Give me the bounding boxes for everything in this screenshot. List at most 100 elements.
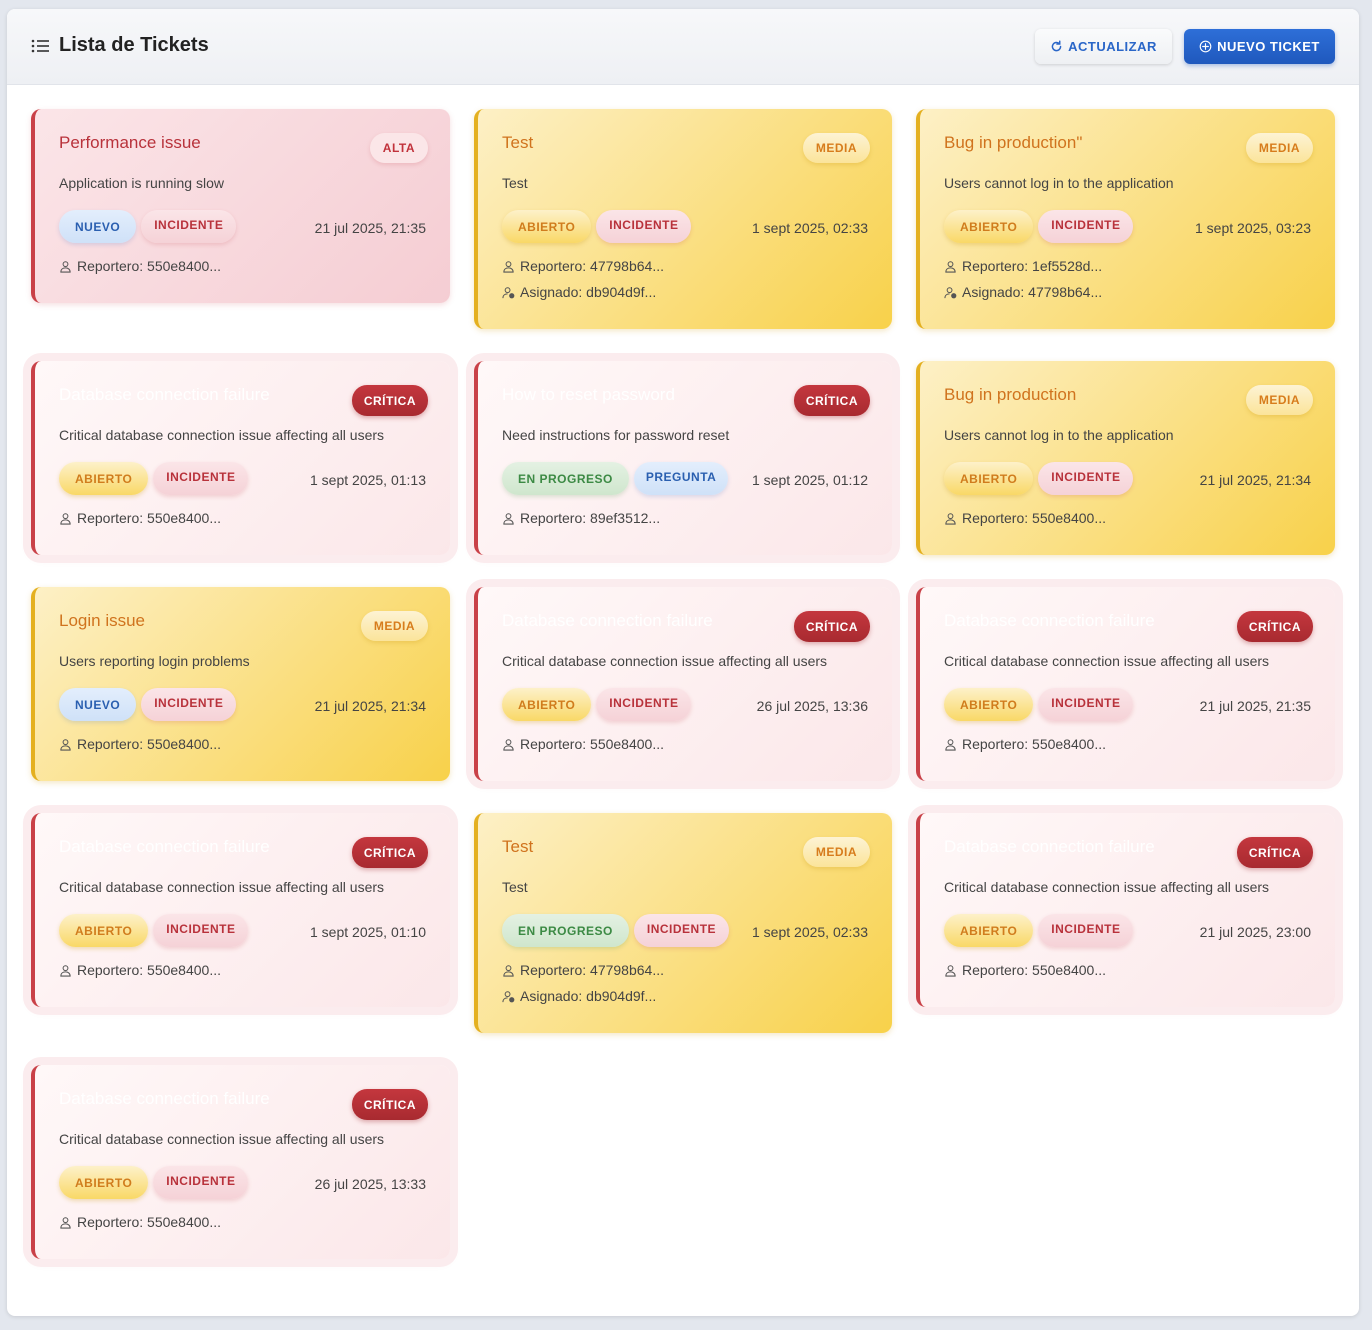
ticket-card[interactable]: Database connection failure CRÍTICA Crit…: [31, 1065, 450, 1259]
assignee-row: Asignado: db904d9f...: [502, 988, 656, 1004]
priority-badge: MEDIA: [360, 611, 428, 641]
status-badge: ABIERTO: [502, 688, 592, 721]
type-badge: INCIDENTE: [596, 210, 692, 243]
reporter-row: Reportero: 550e8400...: [59, 1214, 221, 1230]
ticket-date: 21 jul 2025, 21:35: [314, 220, 426, 236]
ticket-card[interactable]: Database connection failure CRÍTICA Crit…: [916, 587, 1335, 781]
priority-badge: MEDIA: [1245, 385, 1313, 415]
refresh-button[interactable]: ACTUALIZAR: [1035, 29, 1172, 64]
ticket-card[interactable]: Login issue MEDIA Users reporting login …: [31, 587, 450, 781]
page-title-group: Lista de Tickets: [31, 34, 209, 57]
reporter-text: Reportero: 550e8400...: [77, 258, 221, 274]
ticket-card[interactable]: Bug in production MEDIA Users cannot log…: [916, 361, 1335, 555]
type-badge: INCIDENTE: [153, 914, 249, 947]
ticket-description: Critical database connection issue affec…: [59, 1131, 385, 1147]
page-header: Lista de Tickets ACTUALIZAR NUEVO TICKET: [7, 9, 1359, 85]
ticket-badges: ABIERTO INCIDENTE: [502, 210, 692, 243]
ticket-date: 21 jul 2025, 21:34: [1199, 472, 1311, 488]
ticket-title: Database connection failure: [59, 837, 270, 856]
type-badge: INCIDENTE: [1038, 210, 1134, 243]
type-badge: INCIDENTE: [153, 462, 249, 495]
reporter-row: Reportero: 89ef3512...: [502, 510, 660, 526]
ticket-badges: ABIERTO INCIDENTE: [502, 688, 692, 721]
ticket-badges: ABIERTO INCIDENTE: [944, 462, 1134, 495]
user-icon: [60, 512, 71, 525]
reporter-row: Reportero: 550e8400...: [59, 258, 221, 274]
type-badge: PREGUNTA: [633, 462, 729, 495]
ticket-card[interactable]: Database connection failure CRÍTICA Crit…: [31, 361, 450, 555]
priority-badge: MEDIA: [1245, 133, 1313, 163]
priority-badge: ALTA: [369, 133, 428, 163]
reporter-row: Reportero: 550e8400...: [944, 510, 1106, 526]
priority-badge: CRÍTICA: [1236, 611, 1313, 642]
ticket-badges: ABIERTO INCIDENTE: [59, 914, 249, 947]
type-badge: INCIDENTE: [596, 688, 692, 721]
ticket-date: 1 sept 2025, 02:33: [752, 924, 868, 940]
user-icon: [60, 738, 71, 751]
reporter-text: Reportero: 550e8400...: [77, 736, 221, 752]
reporter-text: Reportero: 89ef3512...: [520, 510, 661, 526]
ticket-date: 1 sept 2025, 01:10: [310, 924, 426, 940]
ticket-description: Critical database connection issue affec…: [502, 653, 828, 669]
ticket-card[interactable]: Test MEDIA Test EN PROGRESO INCIDENTE 1 …: [474, 813, 892, 1033]
priority-badge: CRÍTICA: [793, 385, 870, 416]
ticket-description: Users cannot log in to the application: [944, 427, 1174, 443]
ticket-title: Test: [502, 133, 534, 152]
ticket-date: 26 jul 2025, 13:33: [314, 1176, 426, 1192]
ticket-date: 1 sept 2025, 02:33: [752, 220, 868, 236]
type-badge: INCIDENTE: [141, 210, 237, 243]
type-badge: INCIDENTE: [1038, 914, 1134, 947]
reporter-text: Reportero: 1ef5528d...: [962, 258, 1103, 274]
ticket-date: 21 jul 2025, 21:35: [1199, 698, 1311, 714]
ticket-description: Users cannot log in to the application: [944, 175, 1174, 191]
ticket-date: 26 jul 2025, 13:36: [756, 698, 868, 714]
ticket-date: 21 jul 2025, 23:00: [1199, 924, 1311, 940]
assignee-text: Asignado: 47798b64...: [962, 284, 1103, 300]
ticket-title: Database connection failure: [59, 385, 270, 404]
reporter-row: Reportero: 550e8400...: [59, 510, 221, 526]
ticket-badges: ABIERTO INCIDENTE: [59, 1166, 249, 1199]
user-icon: [945, 512, 956, 525]
ticket-title: Database connection failure: [59, 1089, 270, 1108]
ticket-card[interactable]: Test MEDIA Test ABIERTO INCIDENTE 1 sept…: [474, 109, 892, 329]
ticket-card[interactable]: Performance issue ALTA Application is ru…: [31, 109, 450, 303]
ticket-badges: ABIERTO INCIDENTE: [944, 688, 1134, 721]
user-check-icon: [502, 990, 515, 1002]
type-badge: INCIDENTE: [153, 1166, 249, 1199]
ticket-badges: NUEVO INCIDENTE: [59, 210, 237, 243]
status-badge: NUEVO: [59, 688, 137, 721]
ticket-title: How to reset password: [502, 385, 675, 404]
reporter-row: Reportero: 47798b64...: [502, 962, 664, 978]
new-ticket-button[interactable]: NUEVO TICKET: [1184, 29, 1335, 64]
ticket-title: Bug in production: [944, 385, 1077, 404]
priority-badge: CRÍTICA: [351, 1089, 428, 1120]
reporter-text: Reportero: 550e8400...: [962, 736, 1106, 752]
refresh-button-label: ACTUALIZAR: [1068, 39, 1157, 54]
user-icon: [503, 260, 514, 273]
ticket-card[interactable]: Database connection failure CRÍTICA Crit…: [474, 587, 892, 781]
priority-badge: CRÍTICA: [793, 611, 870, 642]
list-icon: [31, 39, 49, 52]
ticket-card[interactable]: How to reset password CRÍTICA Need instr…: [474, 361, 892, 555]
status-badge: ABIERTO: [944, 210, 1034, 243]
ticket-description: Test: [502, 175, 528, 191]
ticket-title: Database connection failure: [502, 611, 713, 630]
type-badge: INCIDENTE: [141, 688, 237, 721]
ticket-badges: EN PROGRESO PREGUNTA: [502, 462, 729, 495]
ticket-card[interactable]: Bug in production" MEDIA Users cannot lo…: [916, 109, 1335, 329]
reporter-row: Reportero: 550e8400...: [59, 736, 221, 752]
reporter-row: Reportero: 47798b64...: [502, 258, 664, 274]
ticket-card[interactable]: Database connection failure CRÍTICA Crit…: [31, 813, 450, 1007]
type-badge: INCIDENTE: [1038, 688, 1134, 721]
status-badge: EN PROGRESO: [502, 462, 629, 495]
ticket-card[interactable]: Database connection failure CRÍTICA Crit…: [916, 813, 1335, 1007]
user-icon: [60, 964, 71, 977]
ticket-description: Critical database connection issue affec…: [944, 879, 1270, 895]
ticket-list-panel: Lista de Tickets ACTUALIZAR NUEVO TICKET…: [7, 9, 1359, 1316]
user-icon: [60, 1216, 71, 1229]
ticket-title: Performance issue: [59, 133, 201, 152]
ticket-date: 1 sept 2025, 03:23: [1195, 220, 1311, 236]
reporter-text: Reportero: 550e8400...: [77, 510, 221, 526]
status-badge: ABIERTO: [944, 688, 1034, 721]
ticket-badges: ABIERTO INCIDENTE: [944, 210, 1134, 243]
